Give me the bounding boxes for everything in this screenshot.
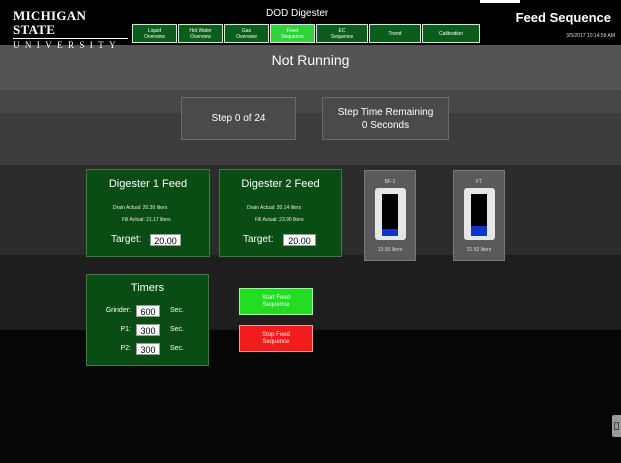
tank-ft-inner [471, 194, 487, 236]
timer-grinder-unit: Sec. [170, 307, 185, 314]
digester2-fill-actual: Fill Actual: 23.90 liters [255, 217, 304, 223]
digester1-title: Digester 1 Feed [108, 178, 188, 190]
timer-grinder-label: Grinder: [105, 307, 131, 314]
digester2-target-label: Target: [243, 234, 274, 245]
digester1-fill-actual: Fill Actual: 21.17 liters [122, 217, 171, 223]
side-panel-tab[interactable] [612, 415, 621, 437]
nav-gas-overview[interactable]: Gas Overview [224, 24, 269, 43]
timer-p2-unit: Sec. [170, 345, 185, 352]
timers-panel: Timers Grinder: 600 Sec. P1: 300 Sec. P2… [86, 274, 209, 366]
screen-title: Feed Sequence [515, 10, 611, 25]
timer-p1-label: P1: [120, 326, 131, 333]
logo-bottom-text: UNIVERSITY [13, 40, 121, 50]
tank-ft-body [464, 188, 495, 240]
header-accent [480, 0, 520, 3]
digester1-panel: Digester 1 Feed Drain Actual: 20.30 lite… [86, 169, 210, 257]
step-text: Step 0 of 24 [211, 113, 266, 124]
run-status: Not Running [271, 52, 350, 68]
band-3 [0, 113, 621, 165]
timer-p2-label: P2: [120, 345, 131, 352]
msu-logo: MICHIGAN STATE UNIVERSITY [13, 9, 128, 51]
digester1-target-input[interactable]: 20.00 [150, 234, 181, 246]
tank-bf1-card: BF-1 13.50 liters [364, 170, 416, 261]
timer-grinder-input[interactable]: 600 [136, 305, 160, 317]
tank-ft-card: FT 21.52 liters [453, 170, 505, 261]
step-counter: Step 0 of 24 [181, 97, 296, 140]
stop-feed-sequence-button[interactable]: Stop Feed Sequence [239, 325, 313, 352]
tank-bf1-label: BF-1 [384, 179, 396, 185]
timers-title: Timers [130, 282, 165, 294]
tank-bf1-inner [382, 194, 398, 236]
nav-trend[interactable]: Trend [369, 24, 421, 43]
nav-liquid-overview[interactable]: Liquid Overview [132, 24, 177, 43]
nav-feed-sequence[interactable]: Feed Sequence [270, 24, 315, 43]
nav-hot-water-overview[interactable]: Hot Water Overview [178, 24, 223, 43]
digester2-title: Digester 2 Feed [241, 178, 320, 190]
digester2-target-input[interactable]: 20.00 [283, 234, 316, 246]
digester1-drain-actual: Drain Actual: 20.30 liters [113, 205, 168, 211]
band-2 [0, 90, 621, 113]
nav-ec-sequence[interactable]: EC Sequence [316, 24, 368, 43]
nav-calibration[interactable]: Calibration [422, 24, 480, 43]
step-time-label: Step Time Remaining [337, 106, 434, 118]
digester2-drain-actual: Drain Actual: 20.14 liters [247, 205, 302, 211]
digester1-target-label: Target: [111, 234, 142, 245]
tank-bf1-value: 13.50 liters [377, 247, 403, 253]
logo-top-text: MICHIGAN STATE [13, 9, 128, 39]
nav-bar: Liquid Overview Hot Water Overview Gas O… [132, 24, 480, 43]
digester2-panel: Digester 2 Feed Drain Actual: 20.14 lite… [219, 169, 342, 257]
app-title: DOD Digester [266, 8, 329, 19]
step-time-box: Step Time Remaining 0 Seconds [322, 97, 449, 140]
tank-bf1-level [382, 229, 398, 236]
tank-bf1-body [375, 188, 406, 240]
step-time-value: 0 Seconds [361, 119, 410, 131]
timer-p1-input[interactable]: 300 [136, 324, 160, 336]
tank-ft-value: 21.52 liters [466, 247, 492, 253]
datetime: 3/5/2017 10:14:59 AM [566, 33, 615, 39]
tank-ft-label: FT [475, 179, 483, 185]
tank-ft-level [471, 225, 487, 236]
header: MICHIGAN STATE UNIVERSITY DOD Digester F… [0, 0, 621, 50]
timer-p1-unit: Sec. [170, 326, 185, 333]
timer-p2-input[interactable]: 300 [136, 343, 160, 355]
start-feed-sequence-button[interactable]: Start Feed Sequence [239, 288, 313, 315]
panel-icon [614, 422, 619, 430]
